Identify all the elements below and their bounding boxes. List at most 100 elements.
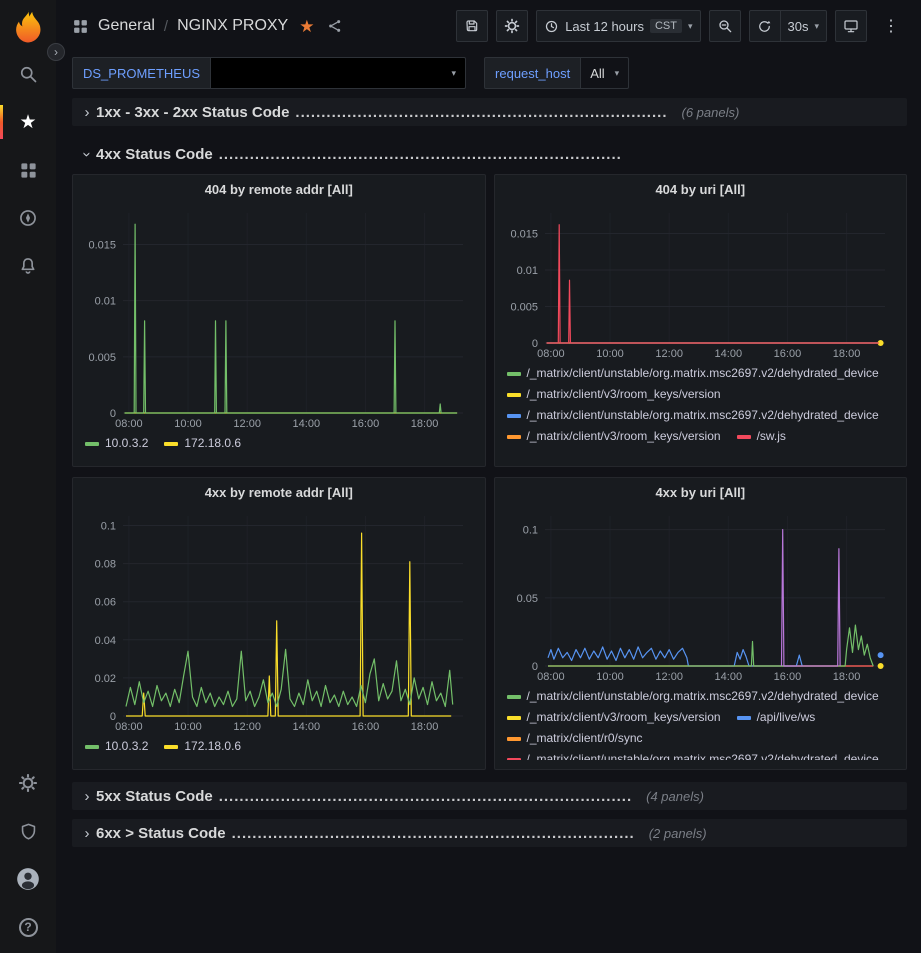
legend-item[interactable]: /_matrix/client/v3/room_keys/version <box>507 384 721 405</box>
x-tick-label: 08:00 <box>537 348 565 360</box>
row-5xx-status-code[interactable]: › 5xx Status Code ......................… <box>72 782 907 810</box>
row-drag-handle[interactable] <box>884 787 901 806</box>
x-tick-label: 12:00 <box>233 418 261 430</box>
chevron-down-icon: ▾ <box>615 69 620 78</box>
legend-item[interactable]: /_matrix/client/v3/room_keys/version <box>507 426 721 445</box>
sidebar-item-help[interactable]: ? <box>0 903 56 951</box>
time-series-chart[interactable]: 08:0010:0012:0014:0016:0018:0000.0050.01… <box>495 205 907 361</box>
star-icon: ★ <box>19 113 36 132</box>
sidebar-expand-button[interactable]: › <box>47 43 65 61</box>
zoom-out-icon <box>717 18 733 34</box>
y-tick-label: 0.015 <box>88 239 116 251</box>
dashboard-toolbar: Last 12 hours CST ▾ <box>456 10 907 42</box>
legend-label: /api/live/ws <box>757 707 816 728</box>
panel-404-by-remote-addr-all: 404 by remote addr [All]08:0010:0012:001… <box>72 174 486 467</box>
chart-svg: 08:0010:0012:0014:0016:0018:0000.020.040… <box>83 508 475 734</box>
legend-item[interactable]: 172.18.0.6 <box>164 433 241 454</box>
legend-item[interactable]: /_matrix/client/v3/room_keys/version <box>507 707 721 728</box>
legend-label: /_matrix/client/unstable/org.matrix.msc2… <box>527 686 879 707</box>
row-6xx-status-code[interactable]: › 6xx > Status Code ....................… <box>72 819 907 847</box>
row-drag-handle[interactable] <box>884 103 901 122</box>
save-icon <box>464 18 480 34</box>
x-tick-label: 08:00 <box>115 721 143 733</box>
legend-item[interactable]: /_matrix/client/unstable/org.matrix.msc2… <box>507 749 879 760</box>
time-range-picker[interactable]: Last 12 hours CST ▾ <box>536 10 700 42</box>
zoom-out-button[interactable] <box>709 10 741 42</box>
more-options-button[interactable]: ⋮ <box>875 10 907 42</box>
time-series-chart[interactable]: 08:0010:0012:0014:0016:0018:0000.0050.01… <box>73 205 485 431</box>
legend-item[interactable]: /_matrix/client/unstable/org.matrix.msc2… <box>507 405 879 426</box>
refresh-interval-select[interactable]: 30s ▾ <box>780 10 828 42</box>
request-host-variable-label: request_host <box>484 57 581 89</box>
datasource-variable-select[interactable]: ▾ <box>210 57 466 89</box>
chevron-right-icon: › <box>78 788 96 805</box>
refresh-button[interactable] <box>749 10 781 42</box>
legend-item[interactable]: 172.18.0.6 <box>164 736 241 757</box>
share-icon[interactable] <box>327 18 343 34</box>
dashboard-title[interactable]: NGINX PROXY <box>177 17 288 35</box>
sidebar-item-configuration[interactable] <box>0 759 56 807</box>
breadcrumb-separator: / <box>164 18 168 35</box>
row-drag-handle[interactable] <box>884 824 901 843</box>
time-series-chart[interactable]: 08:0010:0012:0014:0016:0018:0000.020.040… <box>73 508 485 734</box>
legend-item[interactable]: /_matrix/client/r0/sync <box>507 728 643 749</box>
sidebar-item-search[interactable] <box>0 50 56 98</box>
legend-item[interactable]: /_matrix/client/unstable/org.matrix.msc2… <box>507 363 879 384</box>
chevron-down-icon: ▾ <box>688 22 693 31</box>
legend-item[interactable]: /_matrix/client/unstable/org.matrix.msc2… <box>507 686 879 707</box>
x-tick-label: 12:00 <box>233 721 261 733</box>
legend-item[interactable]: /api/live/ws <box>737 707 816 728</box>
row-1xx-3xx-2xx-status-code[interactable]: › 1xx - 3xx - 2xx Status Code ..........… <box>72 98 907 126</box>
chevron-down-icon: › <box>79 145 96 163</box>
top-nav-bar: General / NGINX PROXY ★ <box>56 0 921 52</box>
legend-item[interactable]: 10.0.3.2 <box>85 736 148 757</box>
legend-swatch <box>507 393 521 397</box>
panel-title[interactable]: 4xx by uri [All] <box>495 478 907 508</box>
x-tick-label: 18:00 <box>832 671 860 683</box>
grafana-logo[interactable] <box>5 4 51 50</box>
panel-title[interactable]: 404 by remote addr [All] <box>73 175 485 205</box>
legend-swatch <box>507 372 521 376</box>
panel-title[interactable]: 4xx by remote addr [All] <box>73 478 485 508</box>
sidebar-item-explore[interactable] <box>0 194 56 242</box>
x-tick-label: 16:00 <box>773 348 801 360</box>
legend-item[interactable]: /sw.js <box>737 426 786 445</box>
gear-icon <box>18 773 38 793</box>
y-tick-label: 0.06 <box>95 597 116 609</box>
series-point <box>877 663 883 669</box>
dashboard-apps-icon <box>72 18 89 35</box>
row-4xx-status-code[interactable]: › 4xx Status Code ......................… <box>72 140 907 168</box>
bell-icon <box>18 256 38 276</box>
row-title: 4xx Status Code <box>96 146 213 163</box>
sidebar-item-profile[interactable] <box>0 855 56 903</box>
panel-title[interactable]: 404 by uri [All] <box>495 175 907 205</box>
legend-label: /_matrix/client/v3/room_keys/version <box>527 384 721 405</box>
save-dashboard-button[interactable] <box>456 10 488 42</box>
breadcrumb: General / NGINX PROXY ★ <box>72 17 343 35</box>
legend-swatch <box>507 695 521 699</box>
row-title: 5xx Status Code <box>96 788 213 805</box>
x-tick-label: 14:00 <box>714 348 742 360</box>
sidebar-item-favorites[interactable]: ★ <box>0 98 56 146</box>
compass-icon <box>18 208 38 228</box>
legend-item[interactable]: 10.0.3.2 <box>85 433 148 454</box>
y-tick-label: 0 <box>531 338 537 350</box>
y-tick-label: 0.08 <box>95 559 116 571</box>
favorite-star-icon[interactable]: ★ <box>299 18 314 35</box>
time-series-chart[interactable]: 08:0010:0012:0014:0016:0018:0000.050.1 <box>495 508 907 684</box>
x-tick-label: 16:00 <box>352 418 380 430</box>
cycle-view-mode-button[interactable] <box>835 10 867 42</box>
sidebar-item-server-admin[interactable] <box>0 807 56 855</box>
y-tick-label: 0.04 <box>95 635 116 647</box>
sidebar-item-dashboards[interactable] <box>0 146 56 194</box>
y-tick-label: 0.005 <box>88 352 116 364</box>
request-host-variable-select[interactable]: All ▾ <box>580 57 629 89</box>
breadcrumb-folder[interactable]: General <box>98 17 155 35</box>
legend-label: /sw.js <box>757 426 786 445</box>
chart-svg: 08:0010:0012:0014:0016:0018:0000.0050.01… <box>505 205 897 361</box>
x-tick-label: 16:00 <box>352 721 380 733</box>
dashboard-settings-button[interactable] <box>496 10 528 42</box>
sidebar-bottom: ? <box>0 759 56 953</box>
sidebar-item-alerting[interactable] <box>0 242 56 290</box>
x-tick-label: 18:00 <box>832 348 860 360</box>
